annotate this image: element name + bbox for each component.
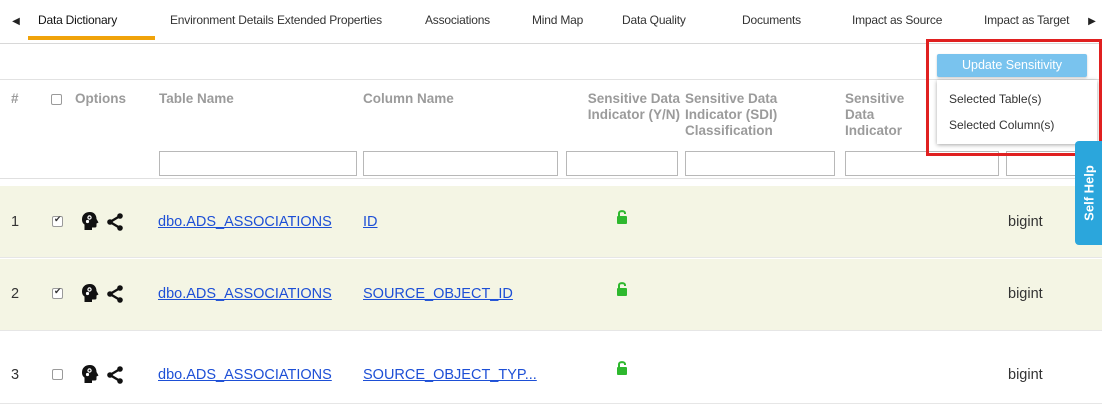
mind-map-head-icon[interactable] — [81, 364, 99, 384]
tab-extended-properties[interactable]: Extended Properties — [277, 13, 382, 27]
self-help-tab[interactable]: Self Help — [1075, 141, 1102, 245]
unlock-icon — [617, 282, 627, 296]
table-name-filter-input[interactable] — [159, 151, 357, 176]
row-checkbox[interactable] — [52, 286, 63, 299]
column-name-link[interactable]: SOURCE_OBJECT_TYP... — [363, 366, 537, 384]
header-column-name[interactable]: Column Name — [363, 91, 454, 107]
highlight-frame — [926, 39, 1102, 156]
active-tab-indicator — [28, 36, 155, 40]
table-name-link[interactable]: dbo.ADS_ASSOCIATIONS — [158, 366, 332, 384]
table-row[interactable]: 1 dbo.ADS_ASSOCIATIONS ID bigint — [0, 186, 1102, 258]
header-table-name[interactable]: Table Name — [159, 91, 234, 107]
select-all-checkbox[interactable] — [51, 94, 62, 105]
tab-associations[interactable]: Associations — [425, 13, 490, 27]
table-row[interactable]: 3 dbo.ADS_ASSOCIATIONS SOURCE_OBJECT_TYP… — [0, 332, 1102, 404]
sdi-yn-filter-input[interactable] — [566, 151, 678, 176]
caret-left-icon[interactable]: ◀ — [10, 14, 22, 30]
sdi-classification-filter-input[interactable] — [685, 151, 835, 176]
header-options: Options — [75, 91, 126, 106]
row-number: 2 — [11, 286, 20, 302]
row-number: 1 — [11, 214, 20, 230]
share-icon[interactable] — [106, 213, 124, 231]
header-sdi-classification[interactable]: Sensitive Data Indicator (SDI) Classific… — [685, 91, 835, 139]
column-name-link[interactable]: SOURCE_OBJECT_ID — [363, 285, 513, 303]
table-name-link[interactable]: dbo.ADS_ASSOCIATIONS — [158, 213, 332, 231]
datatype-cell: bigint — [1008, 367, 1043, 383]
unlock-icon — [617, 361, 627, 375]
datatype-cell: bigint — [1008, 286, 1043, 302]
tab-documents[interactable]: Documents — [742, 13, 801, 27]
column-name-link[interactable]: ID — [363, 213, 378, 231]
caret-right-icon[interactable]: ▶ — [1086, 14, 1098, 30]
mind-map-head-icon[interactable] — [81, 211, 99, 231]
tab-data-quality[interactable]: Data Quality — [622, 13, 686, 27]
mind-map-head-icon[interactable] — [81, 283, 99, 303]
self-help-label: Self Help — [1081, 165, 1096, 221]
header-sdi-description[interactable]: Sensitive Data Indicator (SDI) Descripti… — [845, 91, 925, 139]
header-number: # — [11, 91, 19, 106]
table-name-link[interactable]: dbo.ADS_ASSOCIATIONS — [158, 285, 332, 303]
share-icon[interactable] — [106, 285, 124, 303]
row-number: 3 — [11, 367, 20, 383]
tab-mind-map[interactable]: Mind Map — [532, 13, 583, 27]
datatype-cell: bigint — [1008, 214, 1043, 230]
share-icon[interactable] — [106, 366, 124, 384]
table-row[interactable]: 2 dbo.ADS_ASSOCIATIONS SOURCE_OBJECT_ID … — [0, 259, 1102, 331]
column-name-filter-input[interactable] — [363, 151, 558, 176]
unlock-icon — [617, 210, 627, 224]
tab-impact-as-target[interactable]: Impact as Target — [984, 13, 1069, 27]
row-checkbox[interactable] — [52, 369, 63, 380]
header-sdi-yn[interactable]: Sensitive Data Indicator (Y/N) — [564, 91, 680, 123]
row-checkbox[interactable] — [52, 214, 63, 227]
tab-bar: ◀ Data Dictionary Environment Details Ex… — [0, 0, 1102, 44]
tab-environment-details[interactable]: Environment Details — [170, 13, 274, 27]
tab-data-dictionary[interactable]: Data Dictionary — [38, 13, 117, 27]
tab-impact-as-source[interactable]: Impact as Source — [852, 13, 942, 27]
